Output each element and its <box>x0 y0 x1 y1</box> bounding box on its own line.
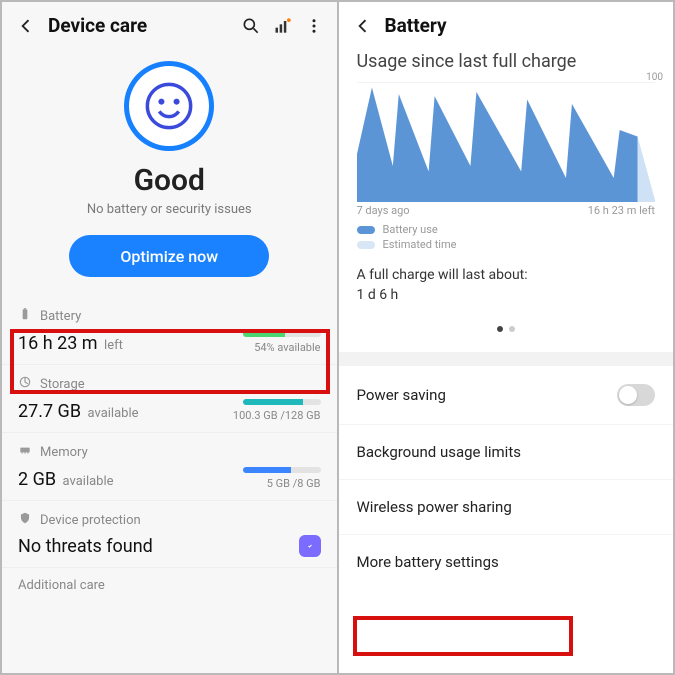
storage-value: 27.7 GB available <box>18 401 139 422</box>
more-battery-label: More battery settings <box>357 553 499 571</box>
battery-cap: 54% available <box>243 341 321 354</box>
wireless-power-row[interactable]: Wireless power sharing <box>339 480 674 535</box>
shield-icon <box>18 511 32 529</box>
status-subtext: No battery or security issues <box>12 202 327 217</box>
legend-chip-est <box>357 241 375 249</box>
axis-100: 100 <box>646 72 663 83</box>
device-care-screen: Device care Good No battery or security … <box>2 2 337 673</box>
power-saving-toggle[interactable] <box>617 384 655 406</box>
more-battery-row[interactable]: More battery settings <box>339 535 674 589</box>
power-saving-row[interactable]: Power saving <box>339 366 674 425</box>
signal-icon[interactable] <box>273 16 293 36</box>
protection-label: Device protection <box>40 513 141 528</box>
protection-badge-icon <box>299 535 321 557</box>
page-title: Device care <box>48 14 147 37</box>
battery-section[interactable]: Battery 16 h 23 m left 54% available <box>2 293 337 364</box>
wireless-power-label: Wireless power sharing <box>357 498 512 516</box>
storage-icon <box>18 375 32 393</box>
status-heading: Good <box>12 163 327 198</box>
full-charge-block: A full charge will last about: 1 d 6 h <box>339 253 674 311</box>
usage-heading: Usage since last full charge <box>339 47 674 82</box>
full-charge-label: A full charge will last about: <box>357 267 656 283</box>
device-care-hero: Good No battery or security issues Optim… <box>2 47 337 293</box>
optimize-button[interactable]: Optimize now <box>69 235 269 277</box>
battery-usage-chart[interactable]: 100 <box>357 82 656 202</box>
memory-icon <box>18 443 32 461</box>
battery-bar <box>243 331 321 337</box>
section-divider <box>339 352 674 366</box>
storage-bar <box>243 399 321 405</box>
more-icon[interactable] <box>305 16 323 36</box>
search-icon[interactable] <box>241 16 261 36</box>
back-icon[interactable] <box>353 16 373 36</box>
chart-legend: Battery use Estimated time <box>339 217 674 253</box>
axis-right: 16 h 23 m left <box>588 204 655 217</box>
page-indicator[interactable] <box>339 311 674 352</box>
battery-topbar: Battery <box>339 2 674 47</box>
power-saving-label: Power saving <box>357 386 446 404</box>
back-icon[interactable] <box>16 16 36 36</box>
axis-left: 7 days ago <box>357 204 410 217</box>
memory-value: 2 GB available <box>18 469 114 490</box>
battery-icon <box>18 307 32 325</box>
background-limits-row[interactable]: Background usage limits <box>339 425 674 480</box>
device-care-topbar: Device care <box>2 2 337 47</box>
highlight-more-settings <box>353 616 573 656</box>
battery-screen: Battery Usage since last full charge 100… <box>339 2 674 673</box>
battery-label: Battery <box>40 309 81 324</box>
battery-time: 16 h 23 m left <box>18 333 123 354</box>
storage-label: Storage <box>40 377 85 392</box>
memory-bar <box>243 467 321 473</box>
memory-label: Memory <box>40 445 88 460</box>
full-charge-value: 1 d 6 h <box>357 287 656 303</box>
background-limits-label: Background usage limits <box>357 443 521 461</box>
additional-care-label[interactable]: Additional care <box>2 567 337 603</box>
protection-status: No threats found <box>18 536 153 557</box>
status-face-icon <box>124 61 214 151</box>
storage-cap: 100.3 GB /128 GB <box>233 409 321 422</box>
protection-section[interactable]: Device protection No threats found <box>2 500 337 567</box>
memory-section[interactable]: Memory 2 GB available 5 GB /8 GB <box>2 432 337 500</box>
storage-section[interactable]: Storage 27.7 GB available 100.3 GB /128 … <box>2 364 337 432</box>
page-title: Battery <box>385 14 447 37</box>
legend-chip-use <box>357 226 375 234</box>
memory-cap: 5 GB /8 GB <box>243 477 321 490</box>
chart-axis-labels: 7 days ago 16 h 23 m left <box>339 202 674 217</box>
